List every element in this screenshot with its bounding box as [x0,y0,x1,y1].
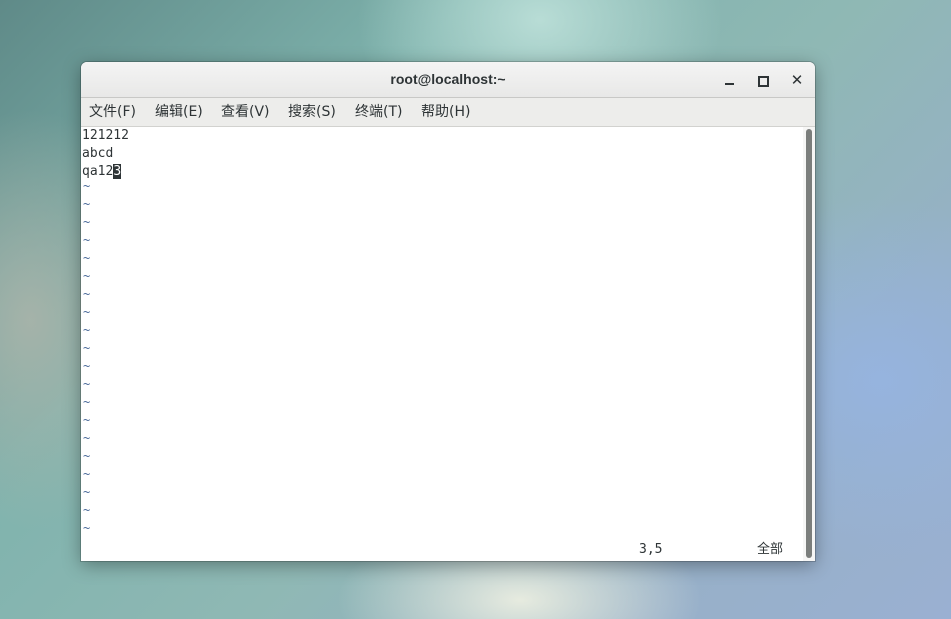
title-bar[interactable]: root@localhost:~ ✕ [81,62,815,98]
menu-view[interactable]: 查看(V) [221,98,270,126]
empty-line-marker: ~ [83,215,91,229]
empty-line-marker: ~ [83,287,91,301]
close-button[interactable]: ✕ [786,69,808,91]
empty-line-marker: ~ [83,431,91,445]
empty-line-marker: ~ [83,197,91,211]
empty-line-marker: ~ [83,449,91,463]
editor-line-1: 121212 [82,128,129,143]
menu-help[interactable]: 帮助(H) [421,98,470,126]
menu-edit[interactable]: 编辑(E) [155,98,203,126]
empty-line-marker: ~ [83,341,91,355]
empty-line-marker: ~ [83,485,91,499]
menu-file[interactable]: 文件(F) [89,98,136,126]
empty-line-marker: ~ [83,377,91,391]
empty-line-marker: ~ [83,251,91,265]
empty-line-marker: ~ [83,503,91,517]
empty-line-marker: ~ [83,413,91,427]
status-cursor-position: 3,5 [639,542,663,557]
maximize-icon [758,76,769,87]
menu-terminal[interactable]: 终端(T) [355,98,402,126]
empty-line-marker: ~ [83,467,91,481]
empty-line-marker: ~ [83,179,91,193]
minimize-button[interactable] [719,69,741,91]
editor-line-2: abcd [82,146,114,161]
menu-bar: 文件(F) 编辑(E) 查看(V) 搜索(S) 终端(T) 帮助(H) [81,98,815,127]
empty-line-marker: ~ [83,359,91,373]
empty-line-marker: ~ [83,233,91,247]
terminal-area[interactable]: 121212 abcd qa123 ~ ~ ~ ~ ~ ~ ~ ~ ~ ~ ~ … [81,127,803,561]
minimize-icon [725,83,734,85]
status-scroll-scope: 全部 [757,542,784,557]
empty-line-marker: ~ [83,521,91,535]
close-icon: ✕ [790,71,804,89]
text-cursor: 3 [113,164,122,179]
menu-search[interactable]: 搜索(S) [288,98,336,126]
empty-line-marker: ~ [83,323,91,337]
vertical-scrollbar[interactable] [803,127,815,561]
window-title: root@localhost:~ [390,71,506,87]
empty-line-marker: ~ [83,395,91,409]
scrollbar-thumb[interactable] [806,129,812,558]
empty-line-marker: ~ [83,305,91,319]
maximize-button[interactable] [752,69,774,91]
terminal-window: root@localhost:~ ✕ 文件(F) 编辑(E) 查看(V) 搜索(… [81,62,815,561]
empty-line-marker: ~ [83,269,91,283]
